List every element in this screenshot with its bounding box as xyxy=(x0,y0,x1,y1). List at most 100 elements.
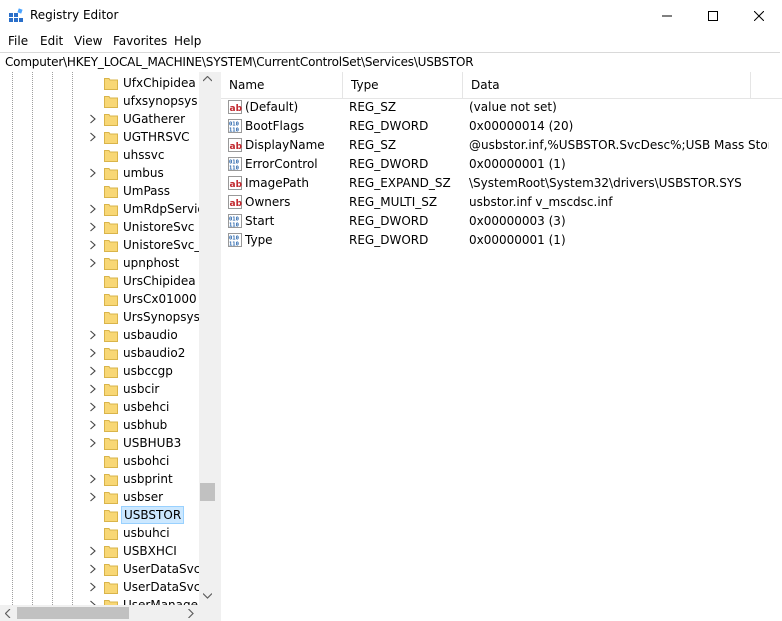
value-row[interactable]: ab DisplayName REG_SZ @usbstor.inf,%USBSTOR… xyxy=(221,136,782,155)
chevron-right-icon[interactable] xyxy=(89,114,97,124)
chevron-right-icon[interactable] xyxy=(89,384,97,394)
h-scroll-thumb[interactable] xyxy=(17,607,129,619)
chevron-right-icon[interactable] xyxy=(89,546,97,556)
value-row[interactable]: 010 110 BootFlags REG_DWORD 0x00000014 (20) xyxy=(221,117,782,136)
tree-item[interactable]: usbcir xyxy=(0,380,200,398)
tree-item[interactable]: UserDataSvc xyxy=(0,560,200,578)
tree-item[interactable]: UfxChipidea xyxy=(0,74,200,92)
tree-item[interactable]: UmRdpService xyxy=(0,200,211,218)
chevron-right-icon[interactable] xyxy=(89,330,97,340)
tree-item[interactable]: uhssvc xyxy=(0,146,200,164)
tree-horizontal-scrollbar[interactable] xyxy=(0,605,216,621)
tree-item[interactable]: usbser xyxy=(0,488,200,506)
chevron-right-icon[interactable] xyxy=(89,204,97,214)
scroll-thumb[interactable] xyxy=(200,483,215,501)
address-path[interactable]: Computer\HKEY_LOCAL_MACHINE\SYSTEM\Curre… xyxy=(5,55,474,69)
folder-icon xyxy=(104,276,118,288)
tree-item[interactable]: ufxsynopsys xyxy=(0,92,200,110)
chevron-right-icon[interactable] xyxy=(89,132,97,142)
value-name: Owners xyxy=(245,195,291,209)
chevron-right-icon[interactable] xyxy=(89,582,97,592)
tree-item[interactable]: usbccgp xyxy=(0,362,200,380)
menu-view[interactable]: View xyxy=(74,34,102,48)
chevron-right-icon[interactable] xyxy=(89,348,97,358)
tree-item[interactable]: UnistoreSvc_1f xyxy=(0,236,212,254)
scroll-right-icon[interactable] xyxy=(188,609,194,618)
value-row[interactable]: ab (Default) REG_SZ (value not set) xyxy=(221,98,782,117)
folder-icon xyxy=(104,528,118,540)
close-button[interactable] xyxy=(736,0,782,31)
folder-icon xyxy=(104,582,118,594)
menu-file[interactable]: File xyxy=(8,34,28,48)
chevron-right-icon[interactable] xyxy=(89,222,97,232)
maximize-button[interactable] xyxy=(690,0,736,31)
menu-edit[interactable]: Edit xyxy=(40,34,63,48)
key-tree[interactable]: UfxChipidea ufxsynopsys UGatherer UGTHRSVC u… xyxy=(0,72,215,621)
folder-icon xyxy=(104,546,118,558)
tree-item[interactable]: USBSTOR xyxy=(0,506,200,524)
tree-item[interactable]: USBHUB3 xyxy=(0,434,200,452)
menu-favorites[interactable]: Favorites xyxy=(113,34,167,48)
chevron-right-icon[interactable] xyxy=(89,168,97,178)
chevron-right-icon[interactable] xyxy=(89,492,97,502)
tree-item[interactable]: usbprint xyxy=(0,470,200,488)
value-type: REG_SZ xyxy=(349,138,397,152)
tree-item[interactable]: UrsChipidea xyxy=(0,272,200,290)
values-list[interactable]: Name Type Data ab (Default) REG_SZ (value n… xyxy=(221,72,782,621)
tree-item[interactable]: USBXHCI xyxy=(0,542,200,560)
column-header-type[interactable]: Type xyxy=(343,72,463,98)
tree-item-label: UGTHRSVC xyxy=(123,130,190,144)
tree-item-label: ufxsynopsys xyxy=(123,94,198,108)
chevron-right-icon[interactable] xyxy=(89,564,97,574)
tree-item[interactable]: usbhub xyxy=(0,416,200,434)
tree-item[interactable]: usbuhci xyxy=(0,524,200,542)
value-type: REG_DWORD xyxy=(349,233,429,247)
value-row[interactable]: 010 110 ErrorControl REG_DWORD 0x00000001 (1… xyxy=(221,155,782,174)
chevron-right-icon[interactable] xyxy=(89,438,97,448)
tree-item-label: UmPass xyxy=(123,184,171,198)
chevron-right-icon[interactable] xyxy=(89,474,97,484)
chevron-right-icon[interactable] xyxy=(89,420,97,430)
chevron-right-icon[interactable] xyxy=(89,240,97,250)
tree-item[interactable]: usbaudio xyxy=(0,326,200,344)
tree-item[interactable]: usbohci xyxy=(0,452,200,470)
folder-icon xyxy=(104,78,118,90)
folder-icon xyxy=(104,204,118,216)
tree-item[interactable]: UrsSynopsys xyxy=(0,308,200,326)
column-header-name[interactable]: Name xyxy=(221,72,343,98)
value-row[interactable]: 010 110 Start REG_DWORD 0x00000003 (3) xyxy=(221,212,782,231)
value-row[interactable]: ab ImagePath REG_EXPAND_SZ \SystemRoot\Syst… xyxy=(221,174,782,193)
chevron-right-icon[interactable] xyxy=(89,258,97,268)
tree-item[interactable]: UGatherer xyxy=(0,110,200,128)
menu-help[interactable]: Help xyxy=(174,34,201,48)
tree-item-label: usbehci xyxy=(123,400,170,414)
tree-item-label: UserDataSvc xyxy=(123,562,201,576)
tree-item[interactable]: UmPass xyxy=(0,182,200,200)
scroll-up-icon[interactable] xyxy=(203,76,212,82)
folder-icon xyxy=(104,438,118,450)
tree-item-label: usbaudio xyxy=(123,328,178,342)
tree-vertical-scrollbar[interactable] xyxy=(199,72,216,605)
value-type: REG_DWORD xyxy=(349,214,429,228)
scroll-left-icon[interactable] xyxy=(5,609,11,618)
column-header-data[interactable]: Data xyxy=(463,72,751,98)
svg-text:110: 110 xyxy=(229,242,239,248)
value-row[interactable]: 010 110 Type REG_DWORD 0x00000001 (1) xyxy=(221,231,782,250)
tree-item[interactable]: usbehci xyxy=(0,398,200,416)
folder-icon xyxy=(104,186,118,198)
tree-item[interactable]: umbus xyxy=(0,164,200,182)
value-type: REG_EXPAND_SZ xyxy=(349,176,451,190)
minimize-button[interactable] xyxy=(644,0,690,31)
tree-item[interactable]: UnistoreSvc xyxy=(0,218,200,236)
tree-item[interactable]: UGTHRSVC xyxy=(0,128,200,146)
tree-item[interactable]: usbaudio2 xyxy=(0,344,200,362)
value-row[interactable]: ab Owners REG_MULTI_SZ usbstor.inf v_mscdsc… xyxy=(221,193,782,212)
chevron-right-icon[interactable] xyxy=(89,402,97,412)
tree-item[interactable]: UrsCx01000 xyxy=(0,290,200,308)
tree-item[interactable]: UserDataSvc_1 xyxy=(0,578,214,596)
tree-item[interactable]: upnphost xyxy=(0,254,200,272)
address-bar[interactable]: Computer\HKEY_LOCAL_MACHINE\SYSTEM\Curre… xyxy=(0,52,780,73)
scroll-down-icon[interactable] xyxy=(203,593,212,599)
folder-icon xyxy=(104,474,118,486)
chevron-right-icon[interactable] xyxy=(89,366,97,376)
